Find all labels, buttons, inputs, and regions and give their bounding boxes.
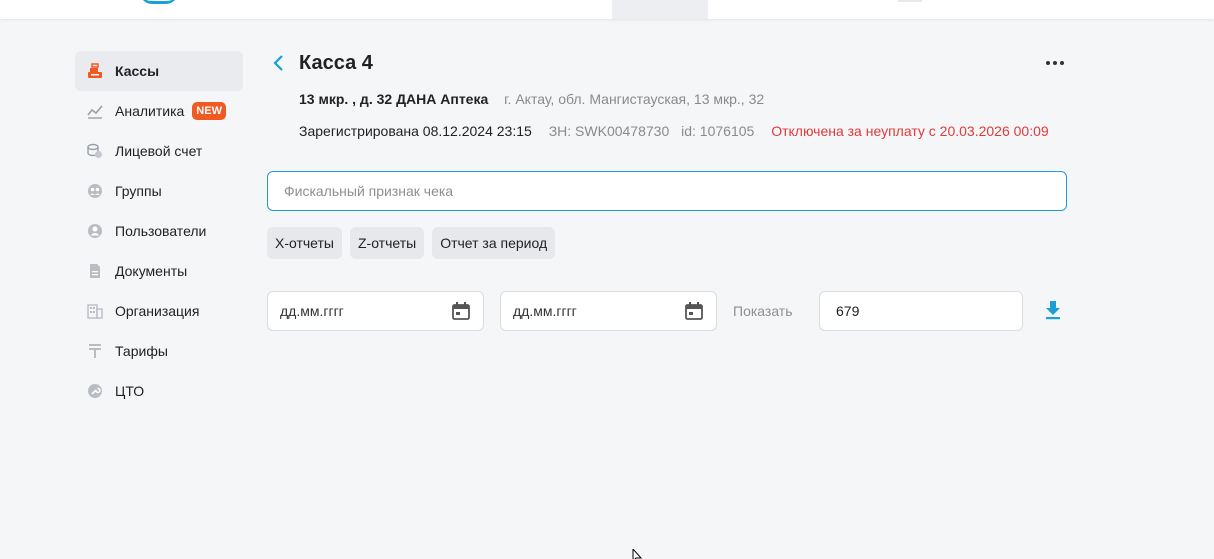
wrench-icon <box>87 383 103 399</box>
dot-icon <box>1053 61 1057 65</box>
logo[interactable] <box>140 0 178 4</box>
sidebar-item-users[interactable]: Пользователи <box>75 211 243 251</box>
sidebar-item-label: Организация <box>115 303 200 319</box>
sidebar-item-label: Документы <box>115 263 188 279</box>
groups-icon <box>87 183 103 199</box>
show-count-label: Показать <box>733 303 793 319</box>
store-address: г. Актау, обл. Мангистауская, 13 мкр., 3… <box>504 91 765 107</box>
top-nav-tab-active[interactable] <box>612 0 708 19</box>
show-count-value: 679 <box>836 303 860 319</box>
chart-icon <box>87 103 103 119</box>
registration-date: Зарегистрирована 08.12.2024 23:15 <box>299 123 532 139</box>
sidebar-item-account[interactable]: Лицевой счет <box>75 131 243 171</box>
date-to-placeholder: дд.мм.гггг <box>513 303 577 319</box>
sidebar-item-groups[interactable]: Группы <box>75 171 243 211</box>
tenge-icon <box>87 343 103 359</box>
sidebar-item-analytics[interactable]: Аналитика NEW <box>75 91 243 131</box>
date-from-field[interactable]: дд.мм.гггг <box>267 291 484 331</box>
register-id: id: 1076105 <box>681 123 755 139</box>
sidebar-item-label: Тарифы <box>115 343 168 359</box>
document-icon <box>87 263 103 279</box>
coins-icon <box>87 143 103 159</box>
cash-register-icon <box>87 63 103 79</box>
sidebar-item-cto[interactable]: ЦТО <box>75 371 243 411</box>
tab-period-report[interactable]: Отчет за период <box>432 227 556 259</box>
sidebar-item-label: Пользователи <box>115 223 207 239</box>
fiscal-sign-search-input[interactable] <box>267 171 1067 211</box>
show-count-field[interactable]: 679 <box>819 291 1023 331</box>
new-badge: NEW <box>192 102 226 120</box>
back-button[interactable] <box>269 53 289 73</box>
top-bar <box>0 0 1214 19</box>
sidebar-item-label: Кассы <box>115 63 160 79</box>
sidebar-item-documents[interactable]: Документы <box>75 251 243 291</box>
sidebar-item-kassy[interactable]: Кассы <box>75 51 243 91</box>
serial-number: ЗН: SWK00478730 <box>548 123 670 139</box>
download-icon <box>1046 301 1060 320</box>
sidebar-item-label: Аналитика <box>115 103 185 119</box>
building-icon <box>87 303 103 319</box>
store-address-line: 13 мкр. , д. 32 ДАНА Аптека г. Актау, об… <box>299 91 764 107</box>
calendar-icon[interactable] <box>451 301 471 321</box>
report-tabs: Х-отчеты Z-отчеты Отчет за период <box>267 227 563 259</box>
store-name: 13 мкр. , д. 32 ДАНА Аптека <box>299 91 489 107</box>
status-text: Отключена за неуплату с 20.03.2026 00:09 <box>771 123 1049 139</box>
dot-icon <box>1060 61 1064 65</box>
page-title: Касса 4 <box>299 52 373 74</box>
sidebar-item-organization[interactable]: Организация <box>75 291 243 331</box>
date-to-field[interactable]: дд.мм.гггг <box>500 291 717 331</box>
tab-x-reports[interactable]: Х-отчеты <box>267 227 342 259</box>
sidebar: Кассы Аналитика NEW Лицевой счет Группы … <box>75 51 243 411</box>
sidebar-item-tariffs[interactable]: Тарифы <box>75 331 243 371</box>
date-from-placeholder: дд.мм.гггг <box>280 303 344 319</box>
sidebar-item-label: ЦТО <box>115 383 145 399</box>
download-button[interactable] <box>1043 299 1063 321</box>
dot-icon <box>1046 61 1050 65</box>
top-nav-fragment <box>898 0 922 2</box>
chevron-left-icon <box>273 55 283 71</box>
mouse-cursor-icon <box>632 549 643 559</box>
sidebar-item-label: Лицевой счет <box>115 143 203 159</box>
user-icon <box>87 223 103 239</box>
register-info-line: Зарегистрирована 08.12.2024 23:15 ЗН: SW… <box>299 123 1049 139</box>
sidebar-item-label: Группы <box>115 183 162 199</box>
more-options-button[interactable] <box>1043 52 1067 74</box>
calendar-icon[interactable] <box>684 301 704 321</box>
tab-z-reports[interactable]: Z-отчеты <box>349 227 425 259</box>
